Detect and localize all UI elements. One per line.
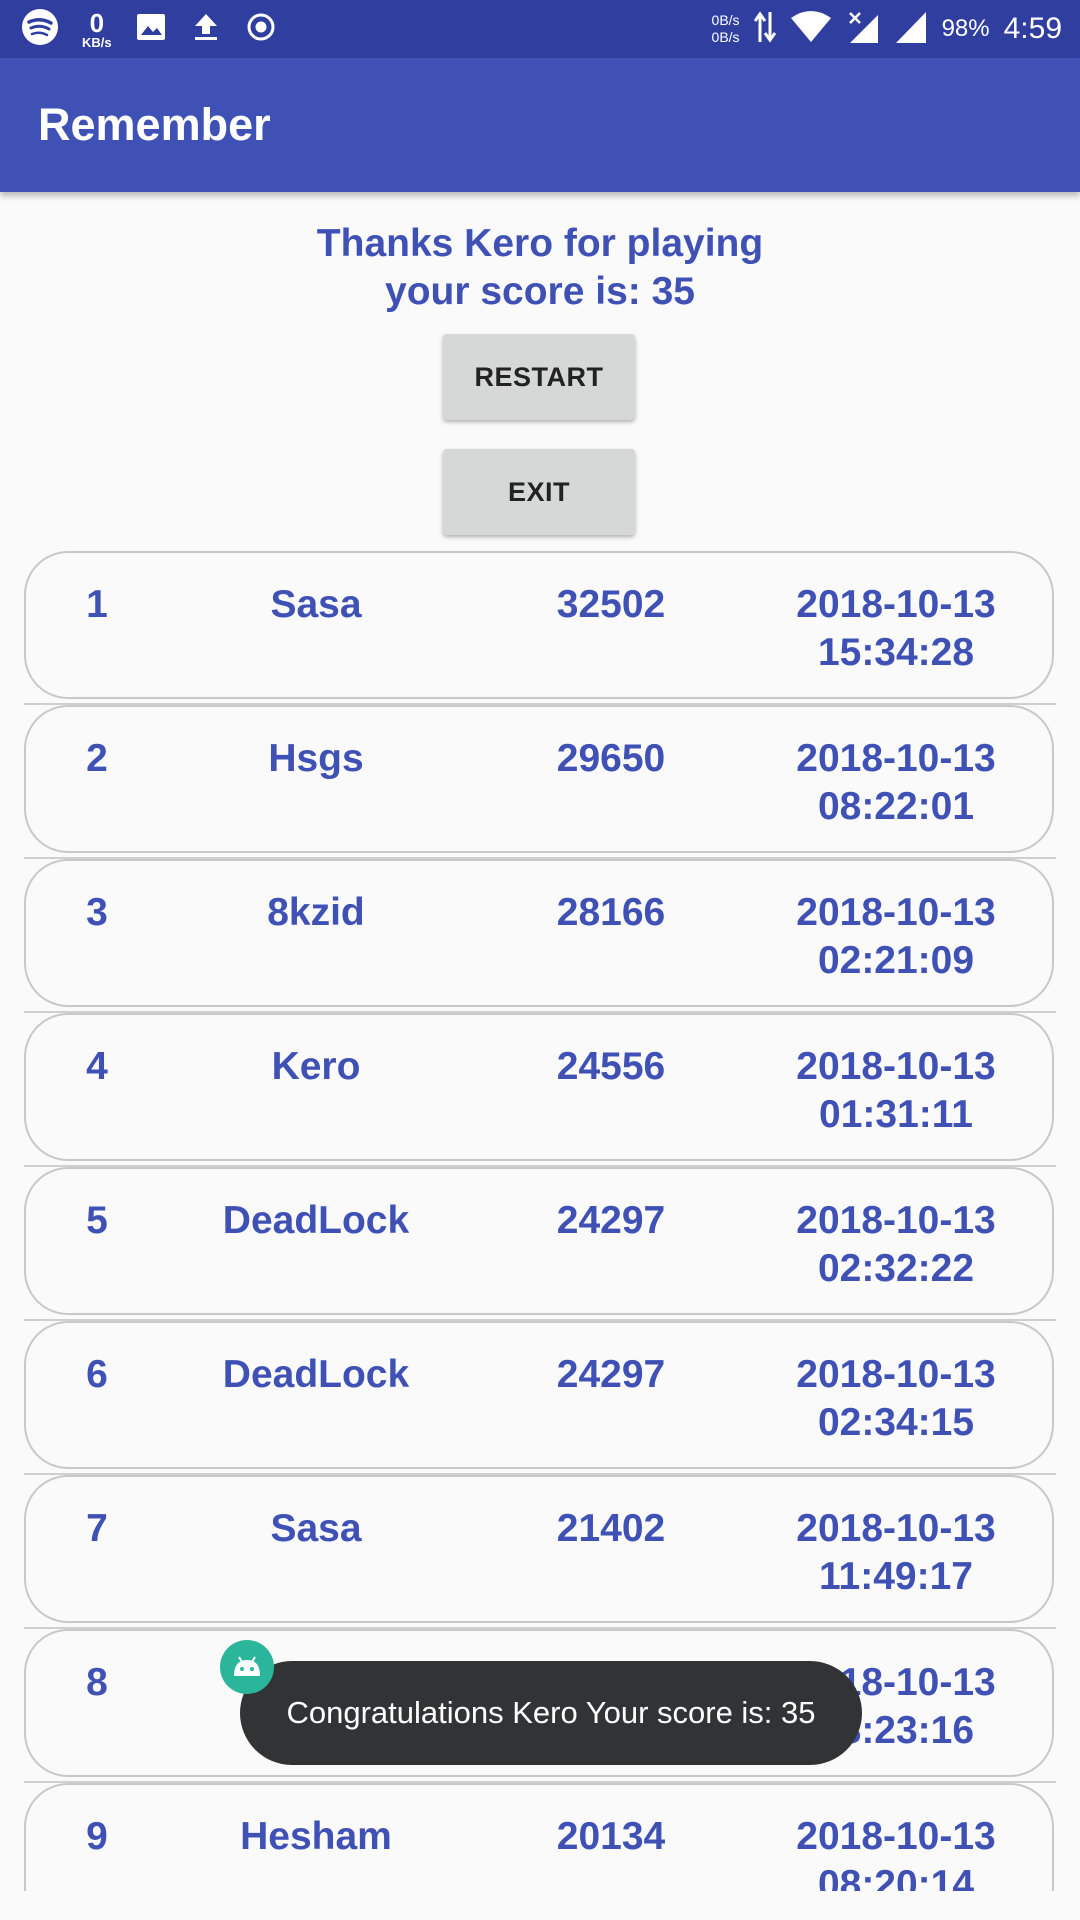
restart-button[interactable]: RESTART — [443, 334, 635, 420]
toast: Congratulations Kero Your score is: 35 — [240, 1661, 862, 1765]
time-text: 02:32:22 — [817, 1247, 975, 1290]
clock: 4:59 — [1003, 12, 1062, 45]
time-text: 11:49:17 — [819, 1555, 973, 1598]
rank-cell: 2 — [86, 737, 108, 780]
datetime-cell: 2018-10-13 02:34:15 — [736, 1351, 1056, 1447]
toast-message: Congratulations Kero Your score is: 35 — [286, 1695, 816, 1730]
signal-off-icon — [846, 9, 880, 50]
datetime-cell: 2018-10-13 02:32:22 — [736, 1197, 1056, 1293]
score-cell: 29650 — [556, 737, 666, 780]
leaderboard-row[interactable]: 7 Sasa 21402 2018-10-13 11:49:17 — [24, 1475, 1056, 1629]
leaderboard-row[interactable]: 3 8kzid 28166 2018-10-13 02:21:09 — [24, 859, 1056, 1013]
download-speed: 0B/s — [711, 29, 740, 45]
datetime-cell: 2018-10-13 02:21:09 — [736, 889, 1056, 985]
player-name-cell: DeadLock — [222, 1199, 410, 1242]
data-speed: 0B/s 0B/s — [712, 12, 740, 46]
battery-level: 98% — [941, 15, 990, 42]
android-icon — [220, 1640, 274, 1694]
leaderboard-row[interactable]: 1 Sasa 32502 2018-10-13 15:34:28 — [24, 551, 1056, 705]
date-text: 2018-10-13 — [796, 1045, 996, 1088]
datetime-cell: 2018-10-13 01:31:11 — [736, 1043, 1056, 1139]
rank-cell: 6 — [86, 1353, 108, 1396]
score-cell: 24297 — [556, 1199, 666, 1242]
thanks-text: Thanks Kero for playing — [316, 222, 764, 265]
score-card: 6 DeadLock 24297 2018-10-13 02:34:15 — [24, 1321, 1054, 1469]
leaderboard-row[interactable]: 2 Hsgs 29650 2018-10-13 08:22:01 — [24, 705, 1056, 859]
rank-cell: 1 — [86, 583, 108, 626]
score-cell: 21402 — [556, 1507, 666, 1550]
datetime-cell: 2018-10-13 08:20:14 — [736, 1813, 1056, 1891]
rank-cell: 8 — [86, 1661, 108, 1704]
score-cell: 24556 — [556, 1045, 666, 1088]
time-text: 15:34:28 — [817, 631, 975, 674]
time-text: 08:22:01 — [817, 785, 975, 828]
rank-cell: 9 — [86, 1815, 108, 1858]
upload-icon — [190, 10, 222, 49]
score-card: 4 Kero 24556 2018-10-13 01:31:11 — [24, 1013, 1054, 1161]
score-cell: 28166 — [556, 891, 666, 934]
score-card: 9 Hesham 20134 2018-10-13 08:20:14 — [24, 1783, 1054, 1891]
rank-cell: 4 — [86, 1045, 108, 1088]
score-card: 2 Hsgs 29650 2018-10-13 08:22:01 — [24, 705, 1054, 853]
datetime-cell: 2018-10-13 15:34:28 — [736, 581, 1056, 677]
time-text: 02:21:09 — [817, 939, 975, 982]
score-cell: 24297 — [556, 1353, 666, 1396]
date-text: 2018-10-13 — [796, 1353, 996, 1396]
wifi-icon — [790, 10, 832, 49]
rank-cell: 3 — [86, 891, 108, 934]
leaderboard-row[interactable]: 6 DeadLock 24297 2018-10-13 02:34:15 — [24, 1321, 1056, 1475]
score-card: 5 DeadLock 24297 2018-10-13 02:32:22 — [24, 1167, 1054, 1315]
player-name-cell: DeadLock — [222, 1353, 410, 1396]
image-icon — [134, 10, 168, 49]
score-cell: 32502 — [556, 583, 666, 626]
leaderboard-row[interactable]: 9 Hesham 20134 2018-10-13 08:20:14 — [24, 1783, 1056, 1891]
record-icon — [244, 10, 278, 49]
datetime-cell: 2018-10-13 08:22:01 — [736, 735, 1056, 831]
network-speed-unit: KB/s — [82, 34, 112, 50]
score-card: 7 Sasa 21402 2018-10-13 11:49:17 — [24, 1475, 1054, 1623]
player-name-cell: Hesham — [240, 1815, 392, 1858]
rank-cell: 7 — [86, 1507, 108, 1550]
date-text: 2018-10-13 — [796, 891, 996, 934]
score-text: your score is: 35 — [385, 270, 695, 313]
player-name-cell: Sasa — [270, 1507, 362, 1550]
spotify-icon — [20, 7, 60, 52]
datetime-cell: 2018-10-13 11:49:17 — [736, 1505, 1056, 1601]
date-text: 2018-10-13 — [796, 583, 996, 626]
date-text: 2018-10-13 — [796, 1199, 996, 1242]
date-text: 2018-10-13 — [796, 1507, 996, 1550]
player-name-cell: Sasa — [270, 583, 362, 626]
date-text: 2018-10-13 — [796, 1815, 996, 1858]
leaderboard-row[interactable]: 4 Kero 24556 2018-10-13 01:31:11 — [24, 1013, 1056, 1167]
upload-speed: 0B/s — [711, 12, 740, 28]
player-name-cell: Kero — [271, 1045, 361, 1088]
data-arrows-icon — [753, 8, 776, 51]
exit-button[interactable]: EXIT — [443, 449, 635, 535]
app-bar: Remember — [0, 58, 1080, 192]
score-card: 3 8kzid 28166 2018-10-13 02:21:09 — [24, 859, 1054, 1007]
score-card: 1 Sasa 32502 2018-10-13 15:34:28 — [24, 551, 1054, 699]
score-cell: 20134 — [556, 1815, 666, 1858]
time-text: 08:20:14 — [817, 1863, 975, 1891]
result-message: Thanks Kero for playing your score is: 3… — [0, 220, 1080, 316]
player-name-cell: Hsgs — [268, 737, 364, 780]
network-speed-value: 0 — [89, 7, 105, 38]
time-text: 01:31:11 — [819, 1093, 973, 1136]
date-text: 2018-10-13 — [796, 737, 996, 780]
leaderboard-row[interactable]: 5 DeadLock 24297 2018-10-13 02:32:22 — [24, 1167, 1056, 1321]
player-name-cell: 8kzid — [267, 891, 365, 934]
network-speed: 0 KB/s — [82, 10, 112, 49]
signal-icon — [894, 9, 928, 50]
rank-cell: 5 — [86, 1199, 108, 1242]
time-text: 02:34:15 — [817, 1401, 975, 1444]
status-bar: 0 KB/s 0B/s 0B/s 98% 4:59 — [0, 0, 1080, 58]
app-title: Remember — [38, 99, 271, 150]
